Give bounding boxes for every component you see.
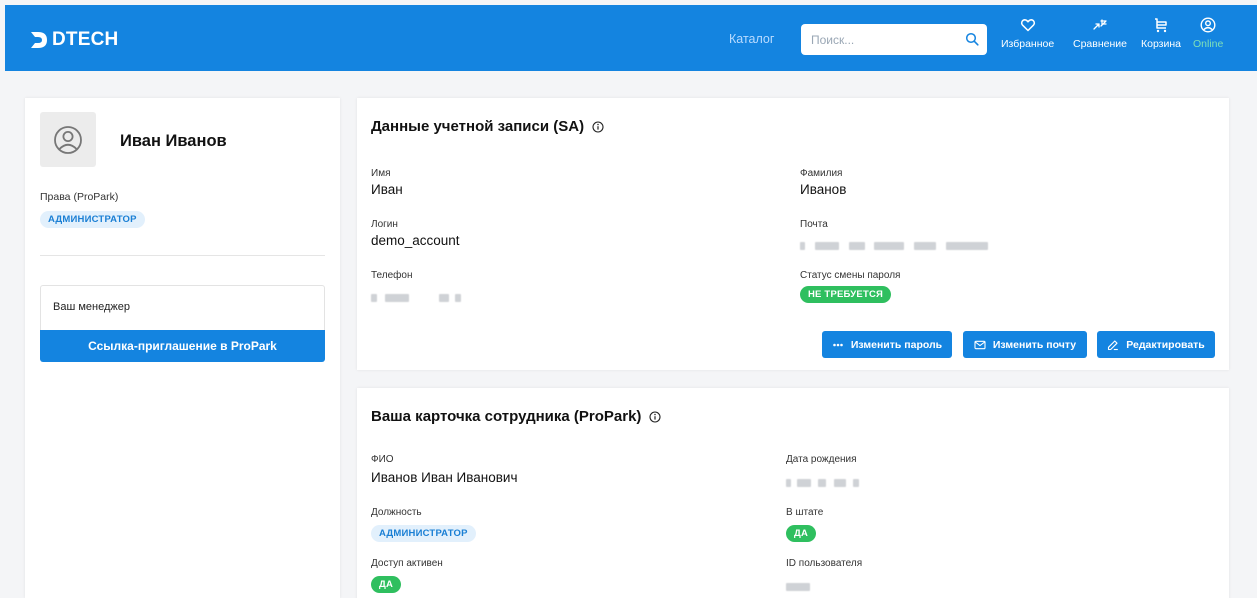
user-nav[interactable]: Online <box>1193 17 1223 50</box>
access-badge: ДА <box>371 576 402 593</box>
account-title-text: Данные учетной записи (SA) <box>371 118 585 135</box>
profile-panel: Иван Иванов Права (ProPark) АДМИНИСТРАТО… <box>25 98 340 598</box>
change-email-button[interactable]: Изменить почту <box>963 331 1087 358</box>
last-name-value: Иванов <box>800 182 847 197</box>
cart-icon <box>1155 18 1167 33</box>
edit-button[interactable]: Редактировать <box>1097 331 1215 358</box>
favorites-label: Избранное <box>1001 38 1055 50</box>
compare-nav[interactable]: Сравнение <box>1073 17 1127 50</box>
catalog-link[interactable]: Каталог <box>729 32 774 46</box>
rights-badge-wrap: АДМИНИСТРАТОР <box>40 210 145 228</box>
position-label: Должность <box>371 507 422 518</box>
staff-badge-wrap: ДА <box>786 524 817 542</box>
position-badge-wrap: АДМИНИСТРАТОР <box>371 524 476 542</box>
logo-mark-icon <box>31 32 47 48</box>
last-name-label: Фамилия <box>800 168 843 179</box>
cart-nav[interactable]: Корзина <box>1141 17 1181 50</box>
search-icon[interactable] <box>965 32 979 46</box>
cart-label: Корзина <box>1141 38 1181 50</box>
search-box <box>801 24 987 55</box>
access-label: Доступ активен <box>371 558 443 569</box>
online-status: Online <box>1193 38 1224 50</box>
change-email-label: Изменить почту <box>992 338 1077 351</box>
info-icon[interactable] <box>649 410 661 423</box>
rights-label: Права (ProPark) <box>40 191 119 203</box>
staff-badge: ДА <box>786 525 817 542</box>
login-value: demo_account <box>371 233 460 248</box>
email-value-redacted <box>800 238 988 253</box>
compare-arrows-icon <box>1093 19 1107 30</box>
favorites-nav[interactable]: Избранное <box>1001 17 1054 50</box>
rights-badge: АДМИНИСТРАТОР <box>40 211 145 228</box>
phone-label: Телефон <box>371 270 413 281</box>
heart-icon <box>1020 19 1035 32</box>
user-id-label: ID пользователя <box>786 558 863 569</box>
birth-date-label: Дата рождения <box>786 454 857 465</box>
info-icon[interactable] <box>592 120 604 133</box>
edit-label: Редактировать <box>1126 338 1205 351</box>
change-password-button[interactable]: Изменить пароль <box>822 331 952 358</box>
access-badge-wrap: ДА <box>371 575 402 593</box>
email-label: Почта <box>800 219 828 230</box>
user-icon <box>1200 17 1216 33</box>
account-card-title: Данные учетной записи (SA) <box>371 118 604 135</box>
password-status-wrap: НЕ ТРЕБУЕТСЯ <box>800 285 892 303</box>
employee-card: Ваша карточка сотрудника (ProPark) ФИО И… <box>357 388 1229 598</box>
dots-icon <box>833 343 843 346</box>
full-name-label: ФИО <box>371 454 394 465</box>
avatar <box>40 112 96 167</box>
password-status-badge: НЕ ТРЕБУЕТСЯ <box>800 286 892 303</box>
login-label: Логин <box>371 219 398 230</box>
first-name-label: Имя <box>371 168 391 179</box>
staff-label: В штате <box>786 507 824 518</box>
user-avatar-icon <box>54 125 82 154</box>
account-card: Данные учетной записи (SA) Имя Иван Фами… <box>357 98 1229 370</box>
logo-text: DTECH <box>52 29 119 50</box>
divider <box>40 255 325 256</box>
invite-link-button[interactable]: Ссылка-приглашение в ProPark <box>40 330 325 362</box>
profile-name: Иван Иванов <box>120 132 227 150</box>
manager-box: Ваш менеджер <box>40 285 325 330</box>
edit-icon <box>1108 339 1119 350</box>
phone-value-redacted <box>371 290 462 305</box>
first-name-value: Иван <box>371 182 403 197</box>
mail-icon <box>974 340 986 349</box>
full-name-value: Иванов Иван Иванович <box>371 470 518 485</box>
employee-card-title: Ваша карточка сотрудника (ProPark) <box>371 408 661 425</box>
birth-date-value-redacted <box>786 475 860 490</box>
password-status-label: Статус смены пароля <box>800 270 901 281</box>
top-header: DTECH Каталог Избранное Сравнение Корзин… <box>5 5 1257 71</box>
search-input[interactable] <box>801 24 951 55</box>
compare-label: Сравнение <box>1073 38 1127 50</box>
employee-title-text: Ваша карточка сотрудника (ProPark) <box>371 408 642 425</box>
position-badge: АДМИНИСТРАТОР <box>371 525 476 542</box>
logo[interactable]: DTECH <box>29 29 118 51</box>
change-password-label: Изменить пароль <box>850 338 943 351</box>
manager-label: Ваш менеджер <box>53 301 130 313</box>
user-id-value-redacted <box>786 579 810 594</box>
